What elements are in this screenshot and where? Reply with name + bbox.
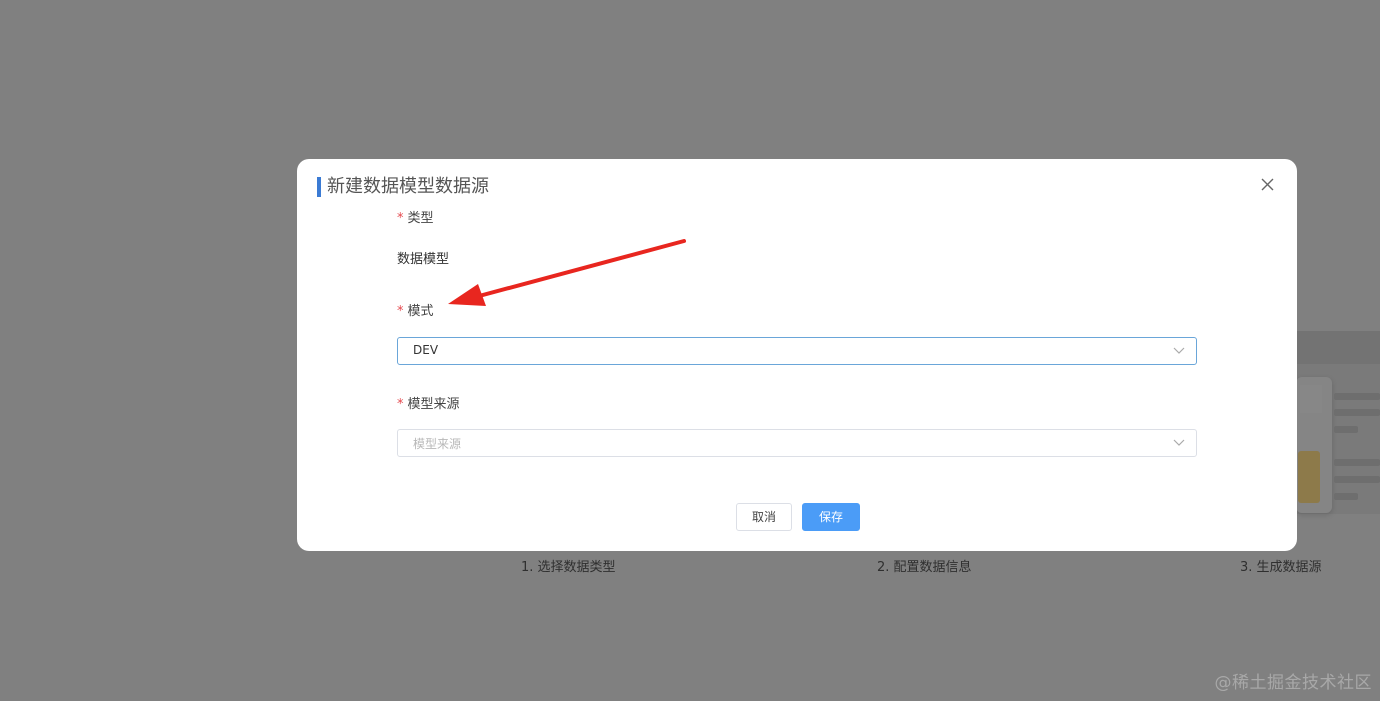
type-label-text: 类型 xyxy=(407,211,434,226)
dialog-title: 新建数据模型数据源 xyxy=(327,176,489,197)
mode-label: * 模式 xyxy=(397,303,434,321)
title-accent-bar xyxy=(317,177,321,197)
model-source-select[interactable]: 模型来源 xyxy=(397,429,1197,457)
model-source-placeholder: 模型来源 xyxy=(413,437,462,451)
required-mark: * xyxy=(397,397,404,412)
step-3-label: 3. 生成数据源 xyxy=(1240,560,1322,575)
save-button[interactable]: 保存 xyxy=(802,503,860,531)
step-1-label: 1. 选择数据类型 xyxy=(521,560,616,575)
type-label: * 类型 xyxy=(397,210,434,228)
background-card xyxy=(1296,331,1380,514)
mode-label-text: 模式 xyxy=(407,304,434,319)
close-icon xyxy=(1261,178,1274,191)
required-mark: * xyxy=(397,304,404,319)
model-source-label-text: 模型来源 xyxy=(407,397,460,412)
mode-select[interactable]: DEV xyxy=(397,337,1197,365)
model-source-label: * 模型来源 xyxy=(397,396,460,414)
cancel-button[interactable]: 取消 xyxy=(736,503,792,531)
mode-select-value: DEV xyxy=(413,343,439,357)
chevron-down-icon xyxy=(1173,439,1185,446)
chevron-down-icon xyxy=(1173,347,1185,354)
background-illustration xyxy=(1296,377,1332,513)
required-mark: * xyxy=(397,211,404,226)
watermark: @稀土掘金技术社区 xyxy=(1214,673,1372,693)
new-datasource-dialog: 新建数据模型数据源 * 类型 数据模型 * 模式 DEV * 模型来源 模型来源 取消… xyxy=(297,159,1297,551)
background-card-header xyxy=(1296,331,1380,364)
close-button[interactable] xyxy=(1259,176,1277,194)
step-2-label: 2. 配置数据信息 xyxy=(877,560,972,575)
red-arrow-annotation xyxy=(448,239,686,306)
